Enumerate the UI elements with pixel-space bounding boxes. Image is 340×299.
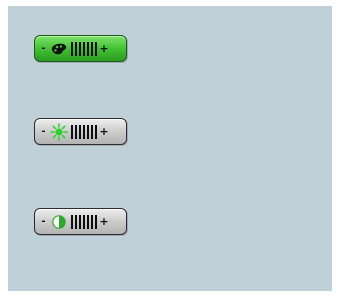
level-tick (83, 41, 85, 56)
decrease-contrast-button[interactable]: - (38, 216, 49, 227)
level-tick (71, 214, 73, 229)
level-tick (95, 124, 97, 139)
contrast-level-ticks[interactable] (71, 214, 97, 230)
increase-color-button[interactable]: + (99, 43, 109, 54)
color-level-ticks[interactable] (71, 41, 97, 57)
sun-icon (50, 122, 68, 141)
level-tick (79, 124, 81, 139)
level-tick (95, 41, 97, 56)
level-tick (91, 124, 93, 139)
level-tick (87, 214, 89, 229)
level-tick (95, 214, 97, 229)
palette-icon (50, 40, 68, 58)
increase-contrast-button[interactable]: + (99, 216, 109, 227)
contrast-slider[interactable]: - + (34, 208, 127, 235)
level-tick (83, 124, 85, 139)
decrease-brightness-button[interactable]: - (38, 126, 49, 137)
level-tick (83, 214, 85, 229)
decrease-color-button[interactable]: - (38, 43, 49, 54)
brightness-level-ticks[interactable] (71, 124, 97, 140)
increase-brightness-button[interactable]: + (99, 126, 109, 137)
contrast-icon (50, 213, 68, 231)
level-tick (79, 214, 81, 229)
level-tick (87, 41, 89, 56)
level-tick (75, 214, 77, 229)
level-tick (71, 124, 73, 139)
level-tick (91, 214, 93, 229)
level-tick (75, 124, 77, 139)
level-tick (79, 41, 81, 56)
level-tick (75, 41, 77, 56)
level-tick (71, 41, 73, 56)
level-tick (87, 124, 89, 139)
color-slider[interactable]: - + (34, 35, 127, 62)
brightness-slider[interactable]: - + (34, 118, 127, 145)
level-tick (91, 41, 93, 56)
